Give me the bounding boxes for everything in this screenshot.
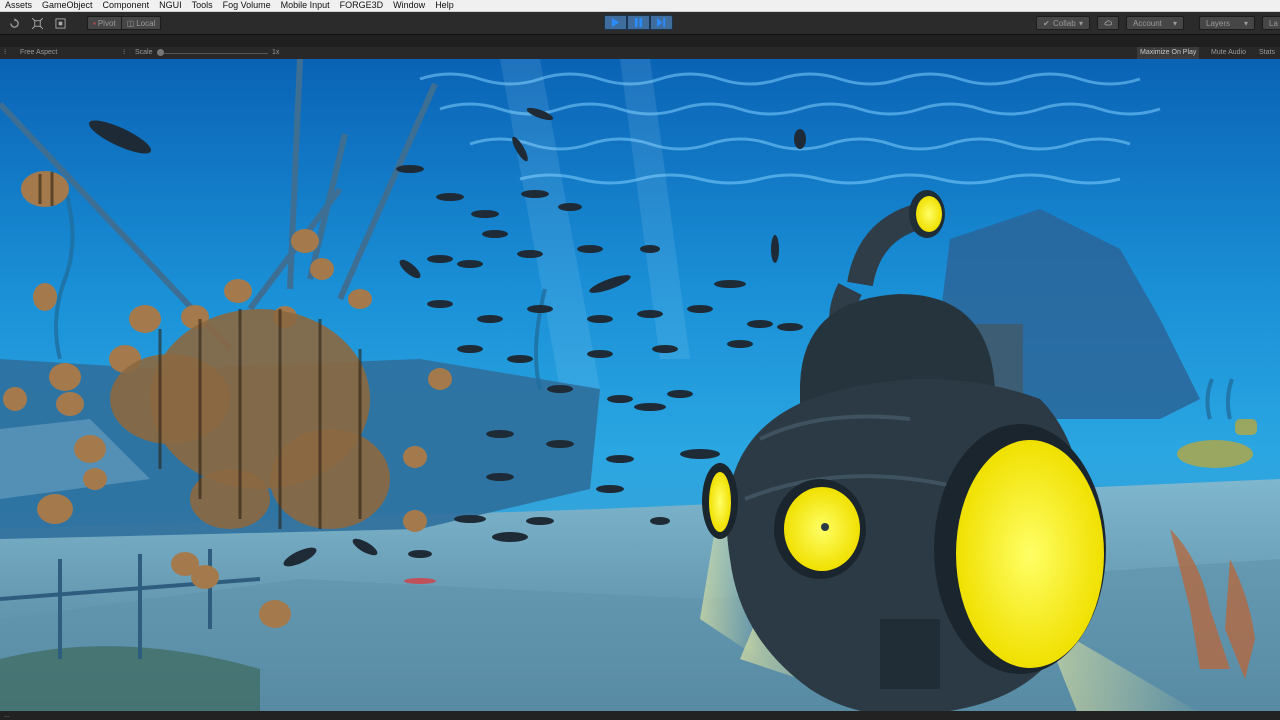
pause-icon [634,18,643,27]
scale-slider-track[interactable] [160,53,268,54]
play-icon [611,18,620,27]
layout-dropdown[interactable]: La [1262,16,1280,30]
pause-button[interactable] [627,15,650,30]
menu-tools[interactable]: Tools [187,0,218,11]
underwater-scene-render [0,59,1280,711]
pivot-button[interactable]: ▪ Pivot [87,16,122,30]
menu-gameobject[interactable]: GameObject [37,0,98,11]
menu-assets[interactable]: Assets [0,0,37,11]
layers-label: Layers [1206,18,1231,28]
game-view-header: ⁝ Free Aspect ⁝ Scale 1x Maximize On Pla… [0,47,1280,59]
cloud-icon [1104,20,1112,26]
step-icon [657,18,666,27]
local-label: Local [136,18,156,28]
collab-label: Collab [1053,18,1076,28]
menu-component[interactable]: Component [98,0,155,11]
transform-tools [4,16,73,30]
scale-tool-button[interactable] [27,16,47,30]
menu-bar: Assets GameObject Component NGUI Tools F… [0,0,1280,12]
aspect-dropdown[interactable]: Free Aspect [20,48,57,58]
rotate-tool-button[interactable] [4,16,24,30]
chevron-down-icon: ▾ [1172,18,1177,28]
account-dropdown[interactable]: Account ▾ [1126,16,1184,30]
chevron-down-icon: ▾ [1243,18,1248,28]
layers-dropdown[interactable]: Layers ▾ [1199,16,1255,30]
scale-icon [31,17,43,29]
pivot-toggle-group: ▪ Pivot ◫ Local [87,16,162,30]
cloud-button[interactable] [1097,16,1119,30]
collab-dropdown[interactable]: ✔ Collab ▾ [1036,16,1090,30]
menu-window[interactable]: Window [388,0,430,11]
menu-help[interactable]: Help [430,0,459,11]
layout-label: La [1269,18,1278,28]
tab-strip [0,36,1280,47]
stats-toggle[interactable]: Stats [1256,47,1278,59]
checkmark-icon: ✔ [1043,18,1050,28]
drag-handle-icon[interactable]: ⁝ [4,48,6,58]
pivot-icon: ▪ [93,18,96,28]
drag-handle-icon: ⁝ [123,49,126,56]
scale-value: 1x [272,49,280,56]
menu-fog-volume[interactable]: Fog Volume [218,0,276,11]
step-button[interactable] [650,15,673,30]
mute-audio-toggle[interactable]: Mute Audio [1208,47,1249,59]
maximize-on-play-toggle[interactable]: Maximize On Play [1137,47,1200,59]
play-controls [604,15,673,30]
play-button[interactable] [604,15,627,30]
pivot-label: Pivot [97,18,116,28]
scale-label: Scale [135,49,153,56]
menu-mobile-input[interactable]: Mobile Input [276,0,335,11]
menu-forge3d[interactable]: FORGE3D [335,0,389,11]
status-bar: ... [0,711,1280,720]
local-button[interactable]: ◫ Local [121,16,162,30]
account-label: Account [1133,18,1162,28]
rotate-icon [9,17,19,28]
rect-tool-button[interactable] [50,16,70,30]
main-toolbar: ▪ Pivot ◫ Local ✔ Collab ▾ Account ▾ Lay… [0,12,1280,35]
status-text: ... [4,712,10,719]
scale-slider-handle[interactable] [157,49,164,56]
menu-ngui[interactable]: NGUI [154,0,187,11]
local-icon: ◫ [126,18,135,28]
chevron-down-icon: ▾ [1078,18,1083,28]
rect-icon [54,17,66,29]
game-viewport[interactable] [0,59,1280,711]
